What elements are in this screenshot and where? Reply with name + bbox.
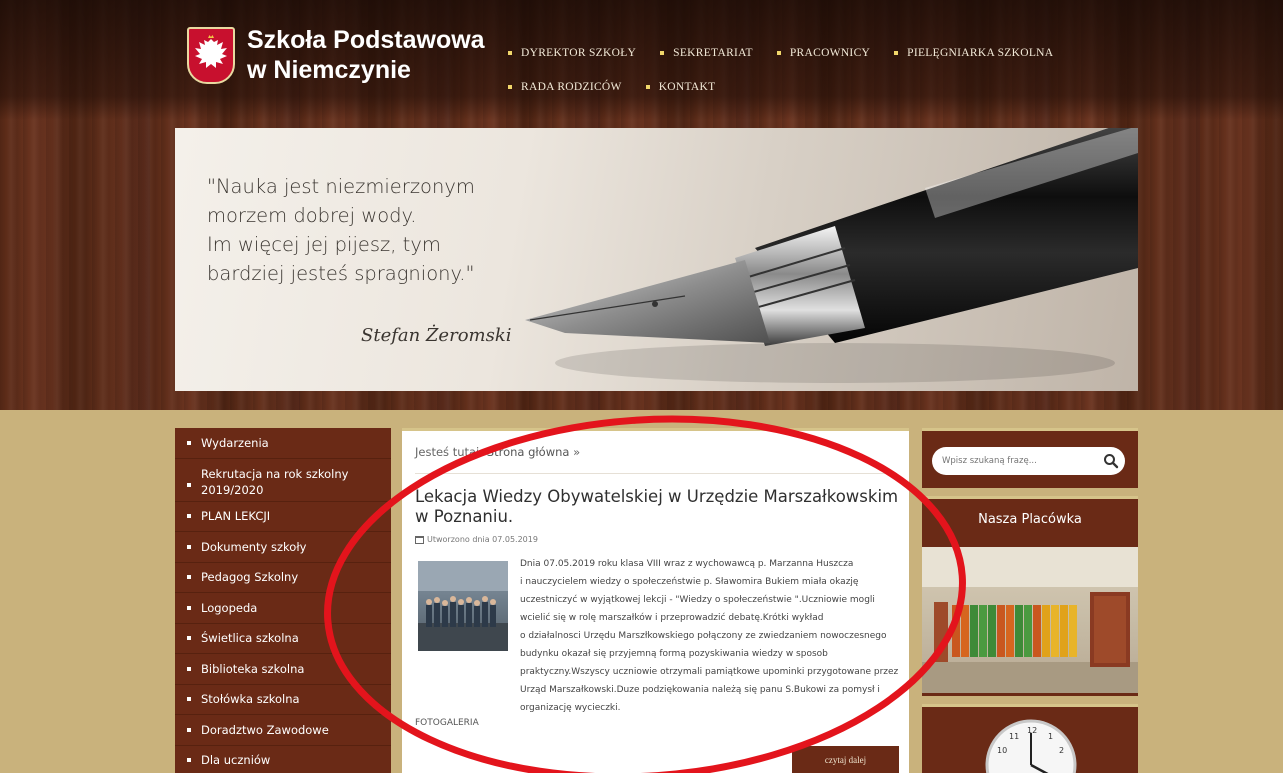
sidebar-item-doradztwo-zawodowe[interactable]: Doradztwo Zawodowe — [175, 715, 391, 746]
sidebar-item-dla-uczniow[interactable]: Dla uczniów — [175, 746, 391, 773]
school-name-line2: w Niemczynie — [247, 56, 411, 84]
sidebar-item-label: PLAN LEKCJI — [201, 509, 271, 524]
quote-line: morzem dobrej wody. — [207, 204, 417, 227]
sidebar-item-pedagog-szkolny[interactable]: Pedagog Szkolny — [175, 563, 391, 593]
breadcrumb-divider — [415, 473, 897, 474]
bullet-icon — [187, 605, 191, 610]
bullet-icon — [187, 440, 191, 445]
article-body: Dnia 07.05.2019 roku klasa VIII wraz z w… — [415, 555, 899, 717]
bullet-icon — [187, 575, 191, 580]
read-more-button[interactable]: czytaj dalej — [792, 746, 899, 773]
sidebar-item-label: Wydarzenia — [201, 435, 269, 450]
hero-banner: "Nauka jest niezmierzonym morzem dobrej … — [175, 128, 1138, 391]
analog-clock-icon: 12 11 1 10 2 — [985, 719, 1077, 773]
quote-line: bardziej jesteś spragniony." — [207, 262, 475, 285]
bullet-icon — [187, 727, 191, 732]
nav-rada-rodzicow[interactable]: RADA RODZICÓW — [508, 81, 622, 93]
school-name-line1: Szkoła Podstawowa — [247, 26, 485, 54]
sidebar-item-label: Biblioteka szkolna — [201, 661, 305, 676]
bullet-icon — [187, 514, 191, 519]
sidebar-item-label: Rekrutacja na rok szkolny 2019/2020 — [201, 467, 349, 497]
gallery-link[interactable]: FOTOGALERIA — [415, 718, 479, 728]
school-crest-icon[interactable] — [187, 27, 235, 84]
nav-pielegniarka-szkolna[interactable]: PIELĘGNIARKA SZKOLNA — [894, 47, 1053, 59]
sidebar-item-label: Dokumenty szkoły — [201, 539, 307, 554]
top-navigation: DYREKTOR SZKOŁY SEKRETARIAT PRACOWNICY P… — [508, 36, 1148, 104]
sidebar-item-label: Stołówka szkolna — [201, 692, 300, 707]
nav-row-2: RADA RODZICÓW KONTAKT — [508, 70, 1148, 104]
bullet-icon — [187, 483, 191, 487]
school-name[interactable]: Szkoła Podstawowa w Niemczynie — [247, 25, 485, 85]
nav-dyrektor-szkoly[interactable]: DYREKTOR SZKOŁY — [508, 47, 636, 59]
sidebar-item-logopeda[interactable]: Logopeda — [175, 593, 391, 624]
eagle-icon — [195, 34, 227, 68]
nav-row-1: DYREKTOR SZKOŁY SEKRETARIAT PRACOWNICY P… — [508, 36, 1148, 70]
bullet-icon — [187, 758, 191, 763]
sidebar-item-label: Świetlica szkolna — [201, 631, 299, 646]
breadcrumb: Jesteś tutaj: Strona główna » — [415, 445, 580, 459]
our-facility-widget: Nasza Placówka — [922, 496, 1138, 696]
sidebar-item-stolowka-szkolna[interactable]: Stołówka szkolna — [175, 685, 391, 715]
breadcrumb-prefix: Jesteś tutaj: — [415, 445, 484, 459]
search-input[interactable] — [932, 447, 1125, 475]
breadcrumb-home-link[interactable]: Strona główna — [487, 445, 570, 459]
article-meta: Utworzono dnia 07.05.2019 — [415, 535, 538, 544]
bullet-icon — [187, 666, 191, 671]
bullet-icon — [187, 697, 191, 702]
svg-text:2: 2 — [1059, 746, 1064, 755]
svg-text:1: 1 — [1048, 732, 1053, 741]
hallway-lockers-image — [922, 547, 1138, 693]
hero-quote: "Nauka jest niezmierzonym morzem dobrej … — [207, 172, 547, 288]
sidebar-item-label: Doradztwo Zawodowe — [201, 722, 329, 737]
article-paragraph: Dnia 07.05.2019 roku klasa VIII wraz z w… — [520, 559, 854, 569]
sidebar-item-plan-lekcji[interactable]: PLAN LEKCJI — [175, 502, 391, 532]
sidebar-item-dokumenty-szkoly[interactable]: Dokumenty szkoły — [175, 532, 391, 563]
sidebar-item-swietlica-szkolna[interactable]: Świetlica szkolna — [175, 624, 391, 654]
quote-line: "Nauka jest niezmierzonym — [207, 175, 475, 198]
calendar-icon — [415, 535, 424, 544]
sidebar-item-biblioteka-szkolna[interactable]: Biblioteka szkolna — [175, 654, 391, 685]
article-title[interactable]: Lekacja Wiedzy Obywatelskiej w Urzędzie … — [415, 487, 899, 527]
sidebar-item-wydarzenia[interactable]: Wydarzenia — [175, 428, 391, 459]
svg-text:12: 12 — [1027, 726, 1037, 735]
sidebar-item-rekrutacja[interactable]: Rekrutacja na rok szkolny 2019/2020 — [175, 459, 391, 502]
left-sidebar-menu: Wydarzenia Rekrutacja na rok szkolny 201… — [175, 428, 391, 773]
facility-title: Nasza Placówka — [978, 512, 1082, 527]
bullet-icon — [187, 544, 191, 549]
sidebar-item-label: Dla uczniów — [201, 753, 271, 768]
fountain-pen-image — [525, 128, 1138, 383]
facility-photo[interactable] — [922, 547, 1138, 693]
quote-line: Im więcej jej pijesz, tym — [207, 233, 441, 256]
nav-sekretariat[interactable]: SEKRETARIAT — [660, 47, 753, 59]
sidebar-item-label: Pedagog Szkolny — [201, 570, 299, 585]
nav-pracownicy[interactable]: PRACOWNICY — [777, 47, 870, 59]
svg-text:11: 11 — [1009, 732, 1019, 741]
search-icon[interactable] — [1102, 452, 1120, 470]
sidebar-item-label: Logopeda — [201, 600, 258, 615]
breadcrumb-separator: » — [573, 445, 581, 459]
article-paragraph: i nauczycielem wiedzy o społeczeństwie p… — [520, 577, 875, 623]
article-paragraph: o działalnosci Urzędu Marszłkowskiego po… — [520, 631, 899, 713]
nav-kontakt[interactable]: KONTAKT — [646, 81, 716, 93]
search-widget — [922, 428, 1138, 488]
article-date: Utworzono dnia 07.05.2019 — [427, 535, 538, 544]
clock-widget: 12 11 1 10 2 — [922, 704, 1138, 773]
main-content: Jesteś tutaj: Strona główna » Lekacja Wi… — [402, 428, 909, 773]
bullet-icon — [187, 636, 191, 641]
svg-text:10: 10 — [997, 746, 1007, 755]
quote-author: Stefan Żeromski — [361, 325, 512, 346]
